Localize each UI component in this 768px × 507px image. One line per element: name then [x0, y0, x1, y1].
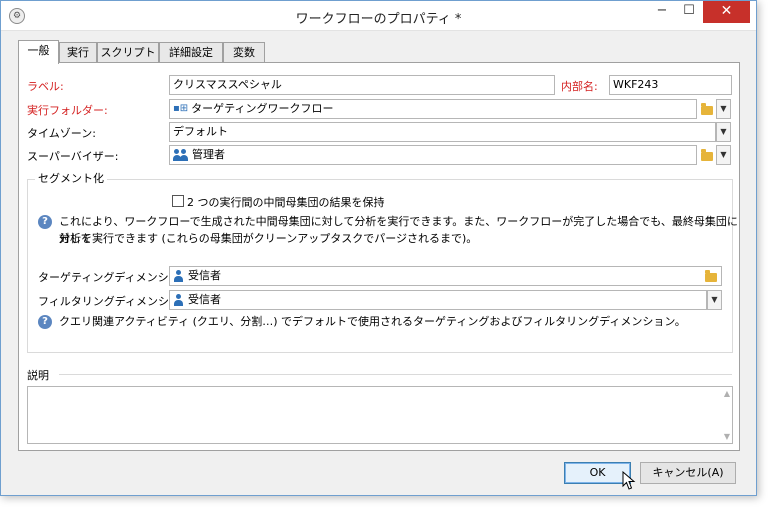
internal-name-input[interactable]: WKF243 — [609, 75, 732, 95]
targeting-dim-value: 受信者 — [188, 269, 221, 282]
label-input[interactable]: クリスマススペシャル — [169, 75, 555, 95]
chevron-down-icon[interactable]: ▼ — [716, 99, 731, 119]
dimension-help: クエリ関連アクティビティ (クエリ、分割…) でデフォルトで使用されるターゲティ… — [59, 315, 686, 328]
tab-script[interactable]: スクリプト — [97, 42, 159, 63]
description-textarea[interactable]: ▲ ▼ — [27, 386, 733, 444]
maximize-button[interactable]: ☐ — [676, 1, 702, 23]
help-icon: ? — [38, 315, 52, 329]
label-field-label: ラベル: — [27, 80, 64, 93]
workflow-properties-dialog: ⚙ ワークフローのプロパティ * − ☐ ✕ 一般 実行 スクリプト 詳細設定 … — [0, 0, 757, 496]
folder-icon[interactable] — [701, 149, 713, 161]
supervisor-label: スーパーバイザー: — [27, 150, 119, 163]
mouse-cursor-icon — [622, 471, 636, 490]
exec-folder-label: 実行フォルダー: — [27, 104, 108, 117]
filtering-dim-select[interactable]: 受信者 — [169, 290, 707, 310]
timezone-label: タイムゾーン: — [27, 127, 96, 140]
supervisor-value: 管理者 — [192, 148, 225, 161]
keep-results-checkbox[interactable] — [172, 195, 184, 207]
timezone-select[interactable]: デフォルト — [169, 122, 716, 142]
general-tab-panel: ラベル: クリスマススペシャル 内部名: WKF243 実行フォルダー: ▪⊞ タ… — [18, 62, 740, 451]
description-divider — [59, 374, 732, 375]
ok-button[interactable]: OK — [564, 462, 631, 484]
folder-icon[interactable] — [701, 103, 713, 115]
chevron-down-icon[interactable]: ▼ — [707, 290, 722, 310]
filtering-dim-value: 受信者 — [188, 293, 221, 306]
targeting-dim-input[interactable]: 受信者 — [169, 266, 722, 286]
title-bar: ⚙ ワークフローのプロパティ * − ☐ ✕ — [1, 1, 756, 31]
cancel-button[interactable]: キャンセル(A) — [640, 462, 736, 484]
window-title: ワークフローのプロパティ * — [295, 12, 462, 27]
chevron-down-icon[interactable]: ▼ — [716, 145, 731, 165]
chevron-down-icon[interactable]: ▼ — [716, 122, 731, 142]
folder-icon[interactable] — [705, 270, 717, 282]
tab-variables[interactable]: 変数 — [223, 42, 265, 63]
keep-results-label[interactable]: 2 つの実行間の中間母集団の結果を保持 — [187, 194, 385, 210]
tab-general[interactable]: 一般 — [18, 40, 59, 64]
scroll-up-arrow[interactable]: ▲ — [724, 389, 730, 398]
minimize-button[interactable]: − — [649, 1, 675, 23]
supervisor-input[interactable]: 管理者 — [169, 145, 697, 165]
close-button[interactable]: ✕ — [703, 1, 750, 23]
internal-name-label: 内部名: — [561, 80, 598, 93]
tab-advanced[interactable]: 詳細設定 — [159, 42, 223, 63]
segmentation-title: セグメント化 — [35, 170, 107, 186]
exec-folder-value: ターゲティングワークフロー — [191, 102, 334, 115]
workflow-folder-icon: ▪⊞ — [173, 103, 189, 114]
person-icon — [173, 294, 184, 306]
tab-execution[interactable]: 実行 — [59, 42, 97, 63]
description-label: 説明 — [27, 369, 49, 382]
exec-folder-input[interactable]: ▪⊞ ターゲティングワークフロー — [169, 99, 697, 119]
help-icon: ? — [38, 215, 52, 229]
segmentation-help-line2: 分析を実行できます (これらの母集団がクリーンアップタスクでパージされるまで)。 — [59, 232, 478, 245]
person-icon — [173, 270, 184, 282]
scroll-down-arrow[interactable]: ▼ — [724, 432, 730, 441]
group-icon — [173, 149, 189, 161]
